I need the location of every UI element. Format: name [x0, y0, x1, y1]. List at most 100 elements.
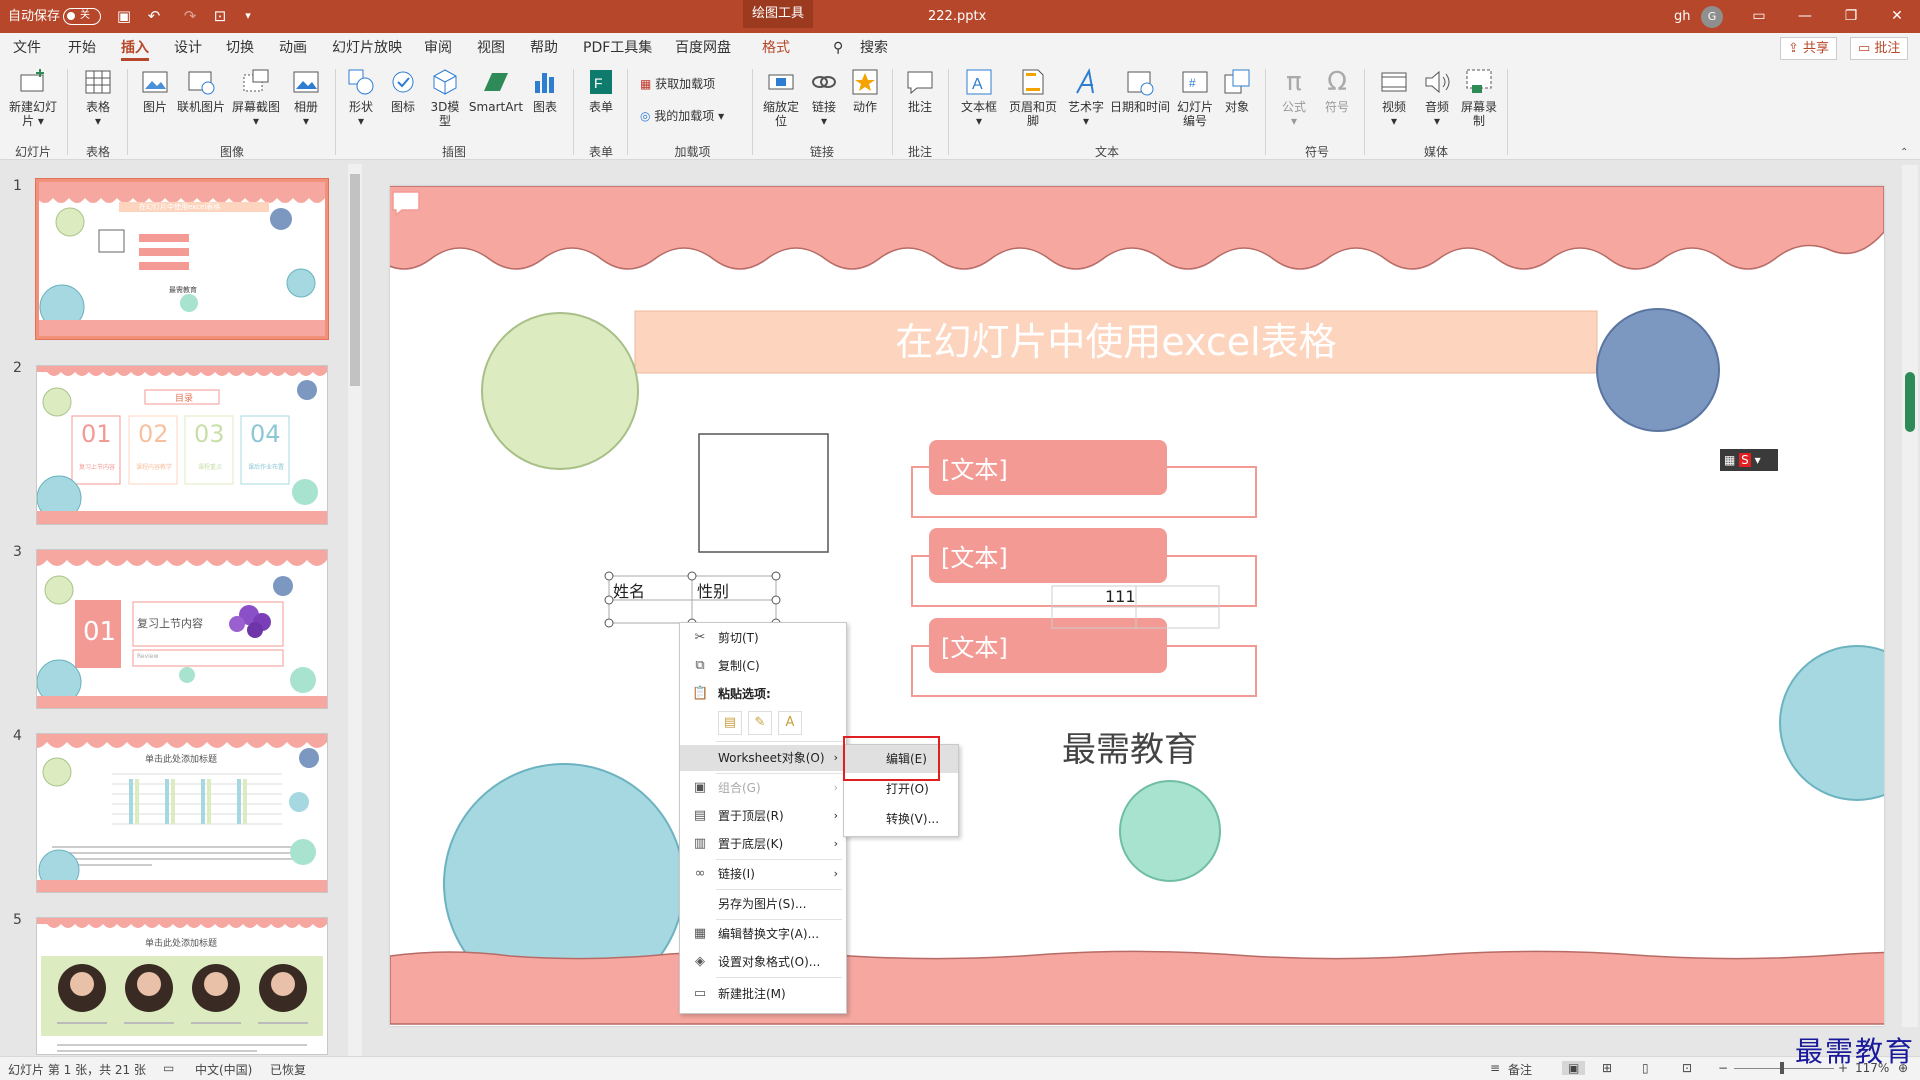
- menu-item-copy[interactable]: ⧉ 复制(C): [680, 653, 846, 679]
- slide-sorter-icon[interactable]: ⊞: [1602, 1061, 1612, 1075]
- slide-scrollbar-thumb[interactable]: [1905, 372, 1915, 432]
- avatar[interactable]: G: [1701, 6, 1723, 28]
- tab-format[interactable]: 格式: [762, 33, 790, 63]
- zoom-button[interactable]: 缩放定位: [762, 67, 800, 128]
- get-addins-button[interactable]: ▦ 获取加载项: [640, 77, 715, 91]
- collapse-ribbon-icon[interactable]: ⌃: [1900, 147, 1908, 158]
- tab-design[interactable]: 设计: [174, 33, 202, 63]
- close-icon[interactable]: ✕: [1874, 0, 1920, 33]
- smartart-button[interactable]: SmartArt: [468, 67, 524, 114]
- online-picture-button[interactable]: 联机图片: [177, 67, 225, 114]
- paste-text-only-icon[interactable]: A: [778, 711, 802, 735]
- cell-value[interactable]: 111: [1105, 587, 1136, 606]
- notes-button[interactable]: 备注: [1508, 1061, 1532, 1078]
- paste-keep-source-icon[interactable]: ▤: [718, 711, 742, 735]
- comment-button[interactable]: 批注: [903, 67, 937, 114]
- table-cell-gender[interactable]: 性别: [697, 578, 729, 602]
- thumbnail-slide-5[interactable]: 单击此处添加标题: [36, 917, 328, 1055]
- date-time-button[interactable]: 日期和时间: [1110, 67, 1170, 114]
- tab-home[interactable]: 开始: [68, 33, 96, 63]
- thumbnail-scrollbar-thumb[interactable]: [350, 174, 360, 386]
- language-indicator[interactable]: 中文(中国): [195, 1061, 252, 1078]
- share-button[interactable]: ⇪ 共享: [1780, 37, 1838, 60]
- spellcheck-icon[interactable]: ▭: [163, 1061, 174, 1075]
- symbol-button[interactable]: Ω 符号: [1320, 67, 1354, 114]
- new-slide-button[interactable]: 新建幻灯片 ▾: [8, 67, 58, 128]
- zoom-slider-thumb[interactable]: [1780, 1062, 1784, 1074]
- slide-footer-text[interactable]: 最需教育: [1062, 722, 1198, 771]
- thumbnail-slide-3[interactable]: 01 复习上节内容 Review: [36, 549, 328, 709]
- header-footer-button[interactable]: 页眉和页脚: [1004, 67, 1062, 128]
- textbox-button[interactable]: A 文本框 ▾: [957, 67, 1001, 128]
- text-placeholder-3[interactable]: [文本]: [941, 628, 1008, 663]
- tab-review[interactable]: 审阅: [424, 33, 452, 63]
- video-button[interactable]: 视频 ▾: [1376, 67, 1412, 128]
- zoom-out-icon[interactable]: −: [1718, 1061, 1728, 1075]
- restore-icon[interactable]: ❐: [1828, 0, 1874, 33]
- tab-view[interactable]: 视图: [477, 33, 505, 63]
- icons-button[interactable]: 图标: [386, 67, 420, 114]
- ribbon-display-icon[interactable]: ▭: [1736, 0, 1782, 33]
- link-button[interactable]: 链接 ▾: [807, 67, 841, 128]
- normal-view-icon[interactable]: ▣: [1562, 1061, 1586, 1075]
- redo-icon[interactable]: ↷: [180, 6, 200, 26]
- text-placeholder-2[interactable]: [文本]: [941, 538, 1008, 573]
- thumbnail-slide-1[interactable]: 在幻灯片中使用excel表格 最需教育: [35, 178, 329, 340]
- customize-qat-icon[interactable]: ▾: [238, 6, 258, 26]
- screenshot-button[interactable]: 屏幕截图 ▾: [230, 67, 282, 128]
- menu-item-link[interactable]: ∞ 链接(I) ›: [680, 861, 846, 887]
- menu-item-cut[interactable]: ✂ 剪切(T): [680, 625, 846, 651]
- slide-canvas[interactable]: 在幻灯片中使用excel表格 [文本] [文本] [文本] 姓名 性别 111 …: [390, 186, 1884, 1026]
- object-button[interactable]: 对象: [1220, 67, 1254, 114]
- picture-button[interactable]: 图片: [137, 67, 173, 114]
- equation-button[interactable]: π 公式 ▾: [1277, 67, 1311, 128]
- table-cell-name[interactable]: 姓名: [613, 578, 645, 602]
- menu-item-group[interactable]: ▣ 组合(G) ›: [680, 775, 846, 801]
- comments-button[interactable]: ▭ 批注: [1850, 37, 1909, 60]
- tab-pdf-tools[interactable]: PDF工具集: [583, 33, 652, 63]
- slide-number-button[interactable]: # 幻灯片编号: [1174, 67, 1216, 128]
- 3d-model-button[interactable]: 3D模型: [428, 67, 462, 128]
- ime-toolbar[interactable]: ▦ S ▾: [1720, 449, 1778, 471]
- undo-icon[interactable]: ↶: [144, 6, 164, 26]
- present-icon[interactable]: ⊡: [210, 6, 230, 26]
- menu-item-new-comment[interactable]: ▭ 新建批注(M): [680, 981, 846, 1007]
- slide-scrollbar[interactable]: [1902, 165, 1918, 1027]
- menu-item-worksheet-object[interactable]: Worksheet对象(O) ›: [680, 745, 846, 771]
- search-box[interactable]: 搜索: [860, 33, 888, 63]
- tab-help[interactable]: 帮助: [530, 33, 558, 63]
- tab-insert[interactable]: 插入: [121, 33, 149, 61]
- wordart-button[interactable]: 艺术字 ▾: [1066, 67, 1106, 128]
- tab-animations[interactable]: 动画: [279, 33, 307, 63]
- tab-baidu-netdisk[interactable]: 百度网盘: [675, 33, 731, 63]
- shapes-button[interactable]: 形状 ▾: [344, 67, 378, 128]
- autosave-toggle[interactable]: 关: [63, 8, 101, 25]
- tab-transitions[interactable]: 切换: [226, 33, 254, 63]
- menu-item-save-as-picture[interactable]: 另存为图片(S)...: [680, 891, 846, 917]
- chart-button[interactable]: 图表: [528, 67, 562, 114]
- action-button[interactable]: 动作: [848, 67, 882, 114]
- tab-slideshow[interactable]: 幻灯片放映: [332, 33, 402, 63]
- menu-item-format-object[interactable]: ◈ 设置对象格式(O)...: [680, 949, 846, 975]
- slideshow-icon[interactable]: ⊡: [1682, 1061, 1692, 1075]
- notes-icon[interactable]: ≡: [1490, 1061, 1500, 1075]
- thumbnail-slide-2[interactable]: 目录 01 02 03 04 复习上节内容 课程内容教学 课程重点 课后作业布置: [36, 365, 328, 525]
- slide-title[interactable]: 在幻灯片中使用excel表格: [635, 311, 1597, 373]
- my-addins-button[interactable]: ◎ 我的加载项 ▾: [640, 109, 724, 123]
- text-placeholder-1[interactable]: [文本]: [941, 450, 1008, 485]
- save-icon[interactable]: ▣: [114, 6, 134, 26]
- search-icon[interactable]: ⚲: [833, 33, 843, 63]
- submenu-item-convert[interactable]: 转换(V)...: [844, 805, 958, 833]
- minimize-icon[interactable]: —: [1782, 0, 1828, 33]
- paste-embed-icon[interactable]: ✎: [748, 711, 772, 735]
- thumbnail-slide-4[interactable]: 单击此处添加标题: [36, 733, 328, 893]
- form-button[interactable]: F 表单: [584, 67, 618, 114]
- screen-record-button[interactable]: 屏幕录制: [1461, 67, 1497, 128]
- menu-item-send-to-back[interactable]: ▥ 置于底层(K) ›: [680, 831, 846, 857]
- album-button[interactable]: 相册 ▾: [288, 67, 324, 128]
- table-button[interactable]: 表格 ▾: [78, 67, 118, 128]
- reading-view-icon[interactable]: ▯: [1642, 1061, 1649, 1075]
- audio-button[interactable]: 音频 ▾: [1419, 67, 1455, 128]
- menu-item-bring-to-front[interactable]: ▤ 置于顶层(R) ›: [680, 803, 846, 829]
- tab-file[interactable]: 文件: [13, 33, 41, 63]
